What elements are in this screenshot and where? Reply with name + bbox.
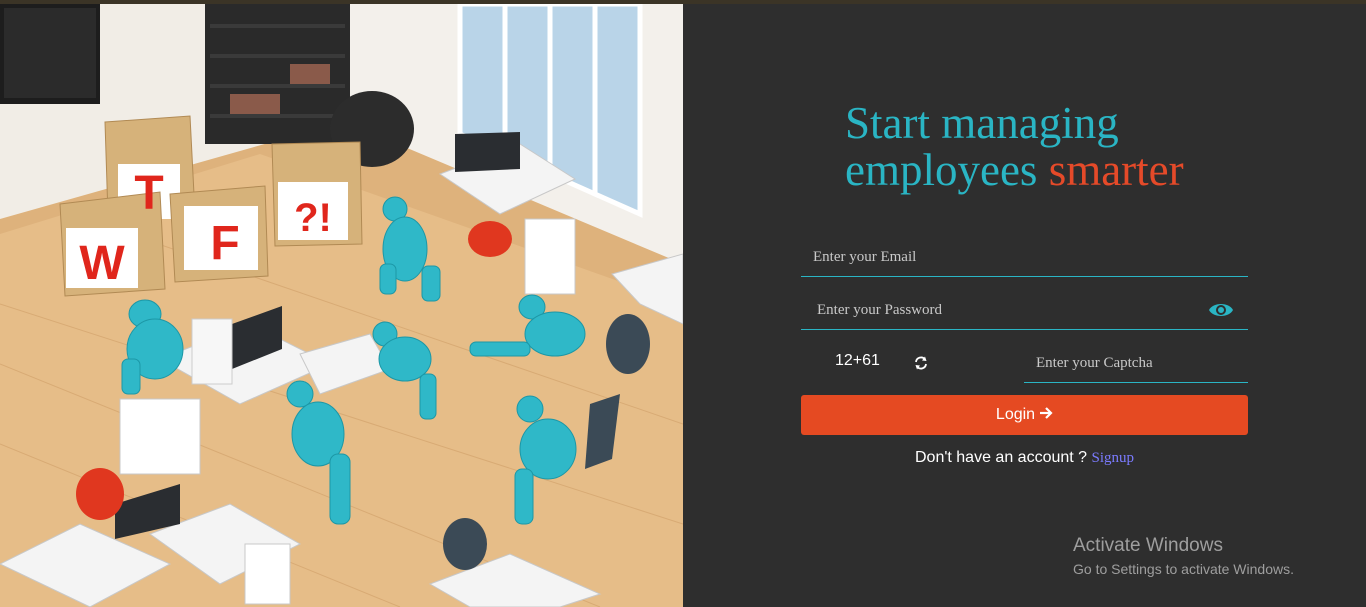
watermark-subtitle: Go to Settings to activate Windows.: [1073, 561, 1294, 577]
block-letter-interrobang: ?!: [294, 196, 332, 240]
headline-line1: Start managing: [845, 98, 1119, 148]
login-button-label: Login: [995, 406, 1036, 423]
signup-link[interactable]: Signup: [1092, 450, 1135, 466]
headline-accent: smarter: [1048, 145, 1184, 195]
password-input[interactable]: [801, 291, 1248, 329]
signup-prompt: Don't have an account ?: [914, 449, 1088, 466]
page-headline: Start managing employees smarter: [845, 100, 1184, 194]
headline-line2-prefix: employees: [845, 145, 1038, 195]
email-field-wrapper: [801, 238, 1248, 277]
block-letter-f: F: [210, 217, 239, 270]
refresh-icon[interactable]: [913, 355, 929, 371]
login-button[interactable]: Login: [801, 395, 1248, 435]
arrow-right-icon: [1039, 406, 1053, 425]
block-letter-t: T: [134, 167, 163, 220]
watermark-title: Activate Windows: [1073, 535, 1223, 556]
block-letter-w: W: [79, 237, 125, 290]
email-input[interactable]: [801, 238, 1248, 276]
captcha-input[interactable]: [1024, 344, 1248, 382]
captcha-field-wrapper: [1024, 344, 1248, 383]
eye-icon[interactable]: [1208, 300, 1234, 320]
password-field-wrapper: [801, 291, 1248, 330]
signup-row: Don't have an account ? Signup: [801, 449, 1248, 467]
windows-activation-watermark: Activate Windows Go to Settings to activ…: [1073, 535, 1294, 577]
captcha-question: 12+61: [835, 352, 880, 369]
office-illustration: T W F ?!: [0, 4, 683, 607]
